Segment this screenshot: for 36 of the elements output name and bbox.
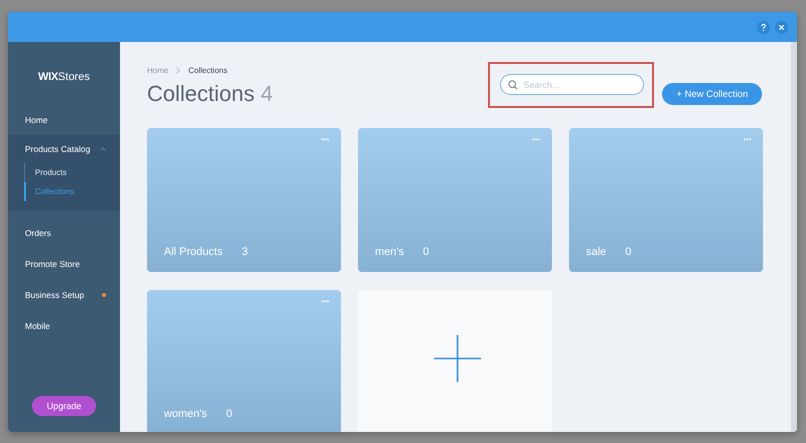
plus-icon: [434, 334, 481, 382]
collection-count: 4: [260, 81, 273, 106]
new-collection-button[interactable]: + New Collection: [662, 83, 762, 105]
collection-name: women's: [164, 408, 208, 420]
sidebar-item[interactable]: Products Catalog: [8, 135, 120, 163]
search-icon: [508, 80, 518, 90]
collection-card[interactable]: ··· men's 0: [358, 128, 552, 272]
sidebar-item[interactable]: Mobile: [8, 310, 120, 341]
collection-card[interactable]: ··· women's 0: [147, 290, 341, 432]
search-field[interactable]: Search...: [500, 74, 644, 95]
page-title: Collections: [147, 81, 255, 106]
sidebar-item[interactable]: Promote Store: [8, 248, 120, 279]
product-count: 0: [226, 408, 232, 420]
collection-card[interactable]: ··· All Products 3: [147, 128, 341, 272]
store-logo: WIXStores: [37, 71, 91, 83]
breadcrumb-current: Collections: [188, 66, 228, 75]
chevron-right-icon: [176, 67, 180, 74]
sidebar-item[interactable]: Business Setup: [8, 279, 120, 310]
chevron-up-icon[interactable]: [100, 147, 106, 151]
collection-card[interactable]: ··· sale 0: [569, 128, 763, 272]
sidebar-subitem[interactable]: Products: [25, 163, 120, 182]
collection-name: sale: [586, 246, 606, 258]
upgrade-button[interactable]: Upgrade: [32, 396, 96, 416]
more-menu[interactable]: ···: [321, 296, 329, 308]
collection-name: men's: [375, 246, 404, 258]
product-count: 3: [242, 246, 248, 258]
collection-name: All Products: [164, 246, 223, 258]
product-count: 0: [423, 246, 430, 258]
product-count: 0: [625, 246, 632, 258]
scrollbar[interactable]: [791, 42, 797, 432]
breadcrumb-link[interactable]: Home: [147, 66, 168, 75]
more-menu[interactable]: ···: [743, 134, 751, 146]
sidebar-item[interactable]: Orders: [8, 217, 120, 248]
sidebar-item[interactable]: Home: [8, 104, 120, 135]
more-menu[interactable]: ···: [532, 134, 540, 146]
more-menu[interactable]: ···: [321, 134, 329, 146]
